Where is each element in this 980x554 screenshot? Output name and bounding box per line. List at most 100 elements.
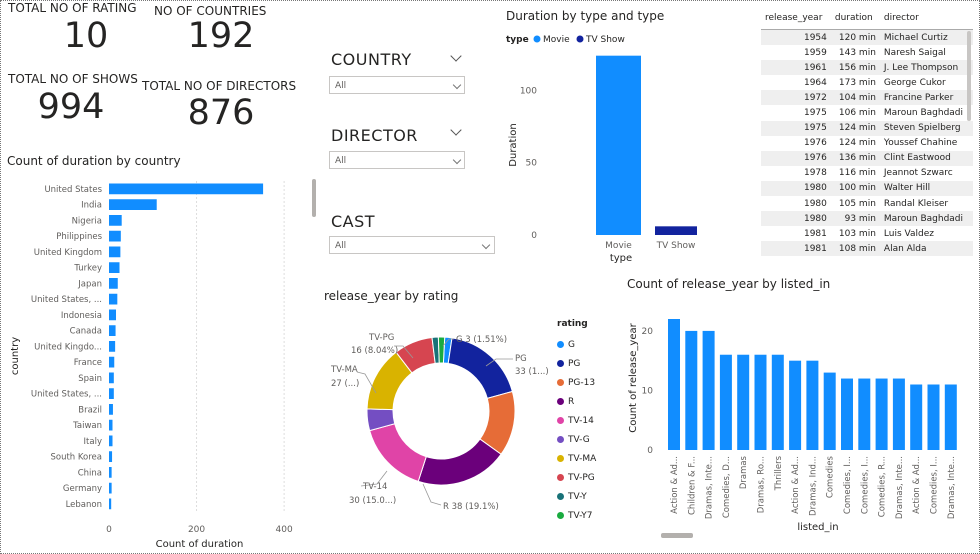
listed-bar[interactable] xyxy=(771,354,784,450)
legend-item[interactable]: TV-MA xyxy=(557,449,617,468)
listed-bar[interactable] xyxy=(910,384,923,451)
country-bar[interactable] xyxy=(109,199,157,210)
country-bar[interactable] xyxy=(109,419,113,431)
legend-dot xyxy=(557,455,564,462)
type-bar[interactable] xyxy=(596,55,641,235)
country-bar[interactable] xyxy=(109,482,112,494)
rating-slice[interactable] xyxy=(417,438,502,486)
country-bar[interactable] xyxy=(109,309,117,321)
y-tick-label: China xyxy=(78,468,102,478)
country-bar[interactable] xyxy=(109,293,118,305)
listed-bar[interactable] xyxy=(789,360,802,450)
rating-slice[interactable] xyxy=(437,336,446,364)
country-bar[interactable] xyxy=(109,498,112,510)
chevron-down-icon[interactable] xyxy=(450,124,462,136)
country-bar[interactable] xyxy=(109,388,114,399)
table-row[interactable]: 1961 156 min J. Lee Thompson xyxy=(761,60,973,76)
listed-bar[interactable] xyxy=(823,372,836,450)
listed-bar[interactable] xyxy=(892,378,905,450)
rating-slice[interactable] xyxy=(447,337,513,399)
listed-bar[interactable] xyxy=(927,384,940,451)
table-header-duration[interactable]: duration xyxy=(830,7,880,30)
chevron-down-icon[interactable] xyxy=(452,155,462,165)
country-bar[interactable] xyxy=(109,372,114,384)
country-bar[interactable] xyxy=(109,246,121,258)
rating-slice[interactable] xyxy=(369,423,427,483)
table-row[interactable]: 1972 104 min Francine Parker xyxy=(761,90,973,106)
listed-bar[interactable] xyxy=(858,378,871,450)
legend-label[interactable]: TV Show xyxy=(585,35,625,45)
table-row[interactable]: 1975 124 min Steven Spielberg xyxy=(761,120,973,136)
table-row[interactable]: 1978 116 min Jeannot Szwarc xyxy=(761,166,973,181)
country-bar[interactable] xyxy=(109,325,116,336)
listed-bar[interactable] xyxy=(685,330,698,450)
y-tick-label: Brazil xyxy=(78,405,102,415)
country-bar[interactable] xyxy=(109,230,121,242)
table-scrollbar[interactable] xyxy=(967,31,971,121)
country-bar[interactable] xyxy=(109,404,113,415)
y-tick-label: Canada xyxy=(70,327,102,337)
listed-bar[interactable] xyxy=(806,360,819,450)
listed-bar[interactable] xyxy=(944,384,957,451)
table-row[interactable]: 1959 143 min Naresh Saigal xyxy=(761,45,973,60)
table-row[interactable]: 1980 105 min Randal Kleiser xyxy=(761,196,973,211)
legend-item[interactable]: TV-PG xyxy=(557,468,617,487)
legend-item[interactable]: TV-G xyxy=(557,430,617,449)
listed-bar[interactable] xyxy=(702,330,715,450)
cast-slicer[interactable]: CAST All xyxy=(327,207,497,259)
country-chart-scrollbar[interactable] xyxy=(312,179,316,217)
listed-bar[interactable] xyxy=(668,319,680,450)
table-row[interactable]: 1976 124 min Youssef Chahine xyxy=(761,136,973,151)
table-cell: J. Lee Thompson xyxy=(879,60,973,76)
table-header-release-year[interactable]: release_year xyxy=(761,7,831,30)
table-row[interactable]: 1981 108 min Alan Alda xyxy=(761,241,973,257)
table-row[interactable]: 1980 100 min Walter Hill xyxy=(761,180,973,197)
legend-item[interactable]: TV-Y7 xyxy=(557,506,617,525)
country-bar[interactable] xyxy=(109,341,116,352)
chevron-down-icon[interactable] xyxy=(481,240,491,250)
cast-dropdown[interactable]: All xyxy=(329,236,495,254)
country-bar[interactable] xyxy=(109,451,113,462)
table-row[interactable]: 1976 136 min Clint Eastwood xyxy=(761,150,973,166)
country-slicer[interactable]: COUNTRY All xyxy=(327,45,467,97)
release-table[interactable]: release_year duration director 1954 120 min… xyxy=(761,7,973,263)
table-row[interactable]: 1964 173 min George Cukor xyxy=(761,75,973,90)
listed-bar[interactable] xyxy=(841,378,853,450)
legend-label[interactable]: Movie xyxy=(543,35,570,45)
listed-chart-scrollbar[interactable] xyxy=(661,533,693,538)
listed-bar[interactable] xyxy=(719,354,732,450)
table-row[interactable]: 1975 106 min Maroun Baghdadi xyxy=(761,105,973,120)
director-slicer[interactable]: DIRECTOR All xyxy=(327,121,467,173)
y-tick-label: United States xyxy=(44,185,102,195)
country-bar[interactable] xyxy=(109,356,115,368)
legend-item[interactable]: R xyxy=(557,392,617,411)
country-bar[interactable] xyxy=(109,435,113,447)
legend-item[interactable]: PG-13 xyxy=(557,373,617,392)
legend-item[interactable]: TV-Y xyxy=(557,487,617,506)
country-bar[interactable] xyxy=(109,183,264,195)
country-dropdown[interactable]: All xyxy=(329,76,465,94)
listed-bar[interactable] xyxy=(875,378,888,450)
legend-item[interactable]: PG xyxy=(557,354,617,373)
table-row[interactable]: 1980 93 min Maroun Baghdadi xyxy=(761,211,973,227)
country-bar[interactable] xyxy=(109,278,118,289)
director-dropdown[interactable]: All xyxy=(329,151,465,169)
table-row[interactable]: 1981 103 min Luis Valdez xyxy=(761,226,973,241)
country-bar[interactable] xyxy=(109,215,122,226)
chevron-down-icon[interactable] xyxy=(452,80,462,90)
legend-item[interactable]: G xyxy=(557,335,617,354)
y-axis-label: country xyxy=(10,337,21,375)
y-tick-label: United States, ... xyxy=(31,295,102,305)
country-bar[interactable] xyxy=(109,467,112,478)
y-tick-label: 20 xyxy=(642,327,654,337)
chevron-down-icon[interactable] xyxy=(450,50,462,62)
type-bar[interactable] xyxy=(655,226,697,235)
listed-bar[interactable] xyxy=(737,354,750,450)
y-tick-label: Lebanon xyxy=(66,500,102,510)
table-row[interactable]: 1954 120 min Michael Curtiz xyxy=(761,29,973,46)
listed-bar[interactable] xyxy=(754,354,767,450)
slice-value: 30 (15.0...) xyxy=(349,496,396,506)
legend-item[interactable]: TV-14 xyxy=(557,411,617,430)
table-header-director[interactable]: director xyxy=(879,7,973,30)
country-bar[interactable] xyxy=(109,262,120,273)
